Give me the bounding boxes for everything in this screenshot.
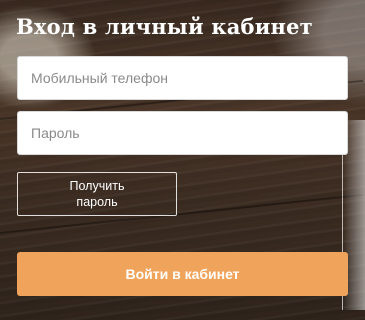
password-input[interactable] xyxy=(17,111,348,155)
login-button[interactable]: Войти в кабинет xyxy=(17,252,348,296)
get-password-button[interactable]: Получить пароль xyxy=(17,172,177,216)
page-title: Вход в личный кабинет xyxy=(16,14,313,39)
get-password-button-label: Получить пароль xyxy=(69,179,125,209)
phone-input[interactable] xyxy=(17,56,348,100)
